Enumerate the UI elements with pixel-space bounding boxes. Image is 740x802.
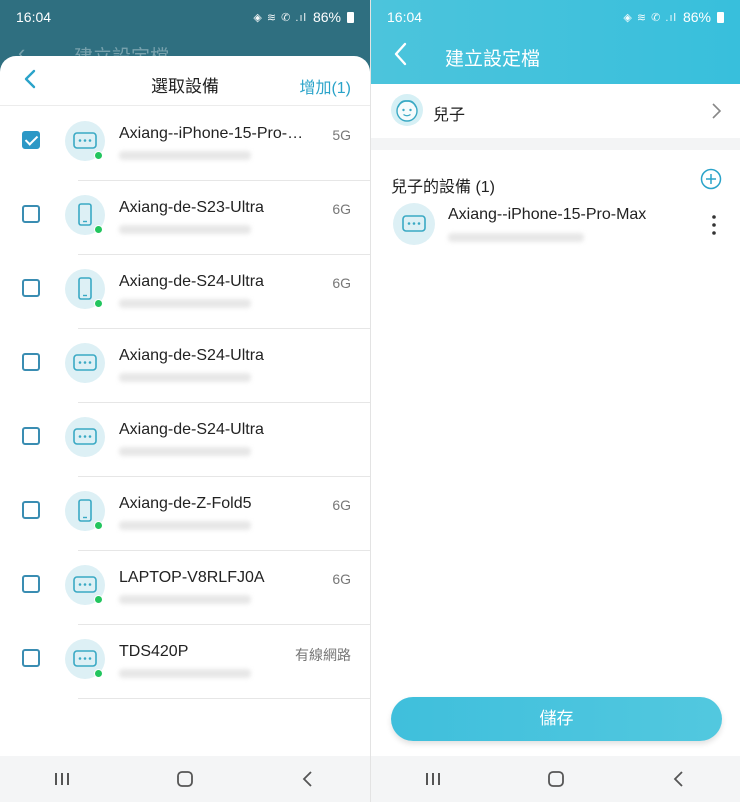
phone-icon	[65, 491, 105, 531]
device-band: 5G	[332, 127, 351, 143]
device-name: Axiang-de-S23-Ultra	[119, 199, 264, 216]
device-name: Axiang--iPhone-15-Pro-Max	[119, 125, 314, 142]
status-icons: ◈ ≋ ✆ .ıl	[623, 11, 677, 24]
section-title: 兒子的設備 (1)	[391, 179, 496, 196]
recent-apps-icon	[54, 773, 69, 785]
device-mac-blurred	[119, 595, 251, 604]
device-checkbox[interactable]	[22, 501, 40, 519]
status-bar-right: 16:04 ◈ ≋ ✆ .ıl 86%	[371, 0, 740, 34]
device-band: 6G	[332, 201, 351, 217]
battery-percent: 86%	[312, 9, 341, 25]
device-row[interactable]: TDS420P 有線網路	[0, 625, 370, 699]
recent-apps-button[interactable]	[413, 764, 453, 794]
save-button[interactable]: 儲存	[391, 697, 722, 741]
status-icons: ◈ ≋ ✆ .ıl	[253, 11, 307, 24]
online-status-dot	[94, 225, 103, 234]
phone-icon	[65, 195, 105, 235]
online-status-dot	[94, 521, 103, 530]
device-band: 6G	[332, 275, 351, 291]
right-screen: 16:04 ◈ ≋ ✆ .ıl 86% 建立設定檔 兒子 兒子的設備 (1) A…	[371, 0, 740, 802]
battery-percent: 86%	[682, 9, 711, 25]
back-button[interactable]	[288, 764, 328, 794]
child-avatar-icon	[391, 94, 423, 126]
status-time: 16:04	[16, 9, 52, 25]
device-checkbox[interactable]	[22, 205, 40, 223]
device-row[interactable]: Axiang-de-S23-Ultra 6G	[0, 181, 370, 255]
home-icon	[177, 771, 193, 787]
row-divider	[78, 698, 370, 699]
online-status-dot	[94, 595, 103, 604]
home-button[interactable]	[165, 764, 205, 794]
device-mac-blurred	[119, 151, 251, 160]
device-name: Axiang-de-S24-Ultra	[119, 421, 264, 438]
device-name: Axiang-de-Z-Fold5	[119, 495, 252, 512]
battery-icon	[717, 11, 724, 23]
online-status-dot	[94, 299, 103, 308]
device-checkbox[interactable]	[22, 353, 40, 371]
section-separator	[371, 138, 740, 150]
page-title: 建立設定檔	[445, 49, 541, 70]
device-row[interactable]: Axiang--iPhone-15-Pro-Max 5G	[0, 107, 370, 181]
online-status-dot	[94, 151, 103, 160]
device-mac-blurred	[119, 225, 251, 234]
device-checkbox[interactable]	[22, 649, 40, 667]
back-button[interactable]	[659, 764, 699, 794]
device-mac-blurred	[119, 299, 251, 308]
device-generic-icon	[65, 121, 105, 161]
device-mac-blurred	[119, 447, 251, 456]
left-screen: ‹ 建立設定檔 16:04 ◈ ≋ ✆ .ıl 86% 選取設備 增加(1) A…	[0, 0, 370, 802]
select-device-sheet: 選取設備 增加(1) Axiang--iPhone-15-Pro-Max 5G Ax…	[0, 56, 370, 756]
phone-icon	[65, 269, 105, 309]
device-band: 6G	[332, 497, 351, 513]
device-band: 有線網路	[295, 647, 351, 663]
sheet-header: 選取設備 增加(1)	[0, 56, 370, 106]
device-name: TDS420P	[119, 643, 189, 660]
add-button[interactable]: 增加(1)	[299, 74, 351, 98]
device-generic-icon	[65, 639, 105, 679]
app-header: 16:04 ◈ ≋ ✆ .ıl 86% 建立設定檔	[371, 0, 740, 84]
device-checkbox[interactable]	[22, 279, 40, 297]
device-row[interactable]: Axiang-de-S24-Ultra	[0, 329, 370, 403]
device-row[interactable]: Axiang-de-S24-Ultra	[0, 403, 370, 477]
back-nav-icon	[303, 771, 312, 787]
device-name: Axiang-de-S24-Ultra	[119, 273, 264, 290]
device-generic-icon	[65, 343, 105, 383]
online-status-dot	[94, 669, 103, 678]
recent-apps-icon	[425, 773, 440, 785]
status-indicators: ◈ ≋ ✆ .ıl 86%	[253, 9, 354, 25]
device-checkbox[interactable]	[22, 575, 40, 593]
nav-bar	[371, 756, 740, 802]
device-name: Axiang--iPhone-15-Pro-Max	[448, 206, 647, 223]
device-name: Axiang-de-S24-Ultra	[119, 347, 264, 364]
more-vertical-icon[interactable]	[704, 212, 724, 238]
device-generic-icon	[65, 565, 105, 605]
device-mac-blurred	[119, 521, 251, 530]
status-indicators: ◈ ≋ ✆ .ıl 86%	[623, 9, 724, 25]
device-band: 6G	[332, 571, 351, 587]
device-name: LAPTOP-V8RLFJ0A	[119, 569, 265, 586]
device-generic-icon	[393, 203, 435, 245]
device-row[interactable]: Axiang-de-S24-Ultra 6G	[0, 255, 370, 329]
back-nav-icon	[673, 771, 683, 787]
device-mac-blurred	[119, 669, 251, 678]
profile-row[interactable]: 兒子	[371, 84, 740, 138]
battery-icon	[347, 11, 354, 23]
device-row[interactable]: LAPTOP-V8RLFJ0A 6G	[0, 551, 370, 625]
status-time: 16:04	[387, 9, 423, 25]
device-row[interactable]: Axiang-de-Z-Fold5 6G	[0, 477, 370, 551]
device-generic-icon	[65, 417, 105, 457]
device-checkbox[interactable]	[22, 427, 40, 445]
device-mac-blurred	[448, 233, 584, 242]
chevron-left-icon[interactable]	[389, 40, 415, 68]
device-mac-blurred	[119, 373, 251, 382]
home-icon	[547, 771, 564, 787]
nav-bar	[0, 756, 370, 802]
add-circle-icon[interactable]	[700, 168, 722, 190]
device-checkbox[interactable]	[22, 131, 40, 149]
status-bar: 16:04 ◈ ≋ ✆ .ıl 86%	[0, 0, 370, 34]
home-button[interactable]	[536, 764, 576, 794]
recent-apps-button[interactable]	[42, 764, 82, 794]
chevron-right-icon	[712, 103, 722, 119]
profile-name: 兒子	[433, 107, 466, 124]
